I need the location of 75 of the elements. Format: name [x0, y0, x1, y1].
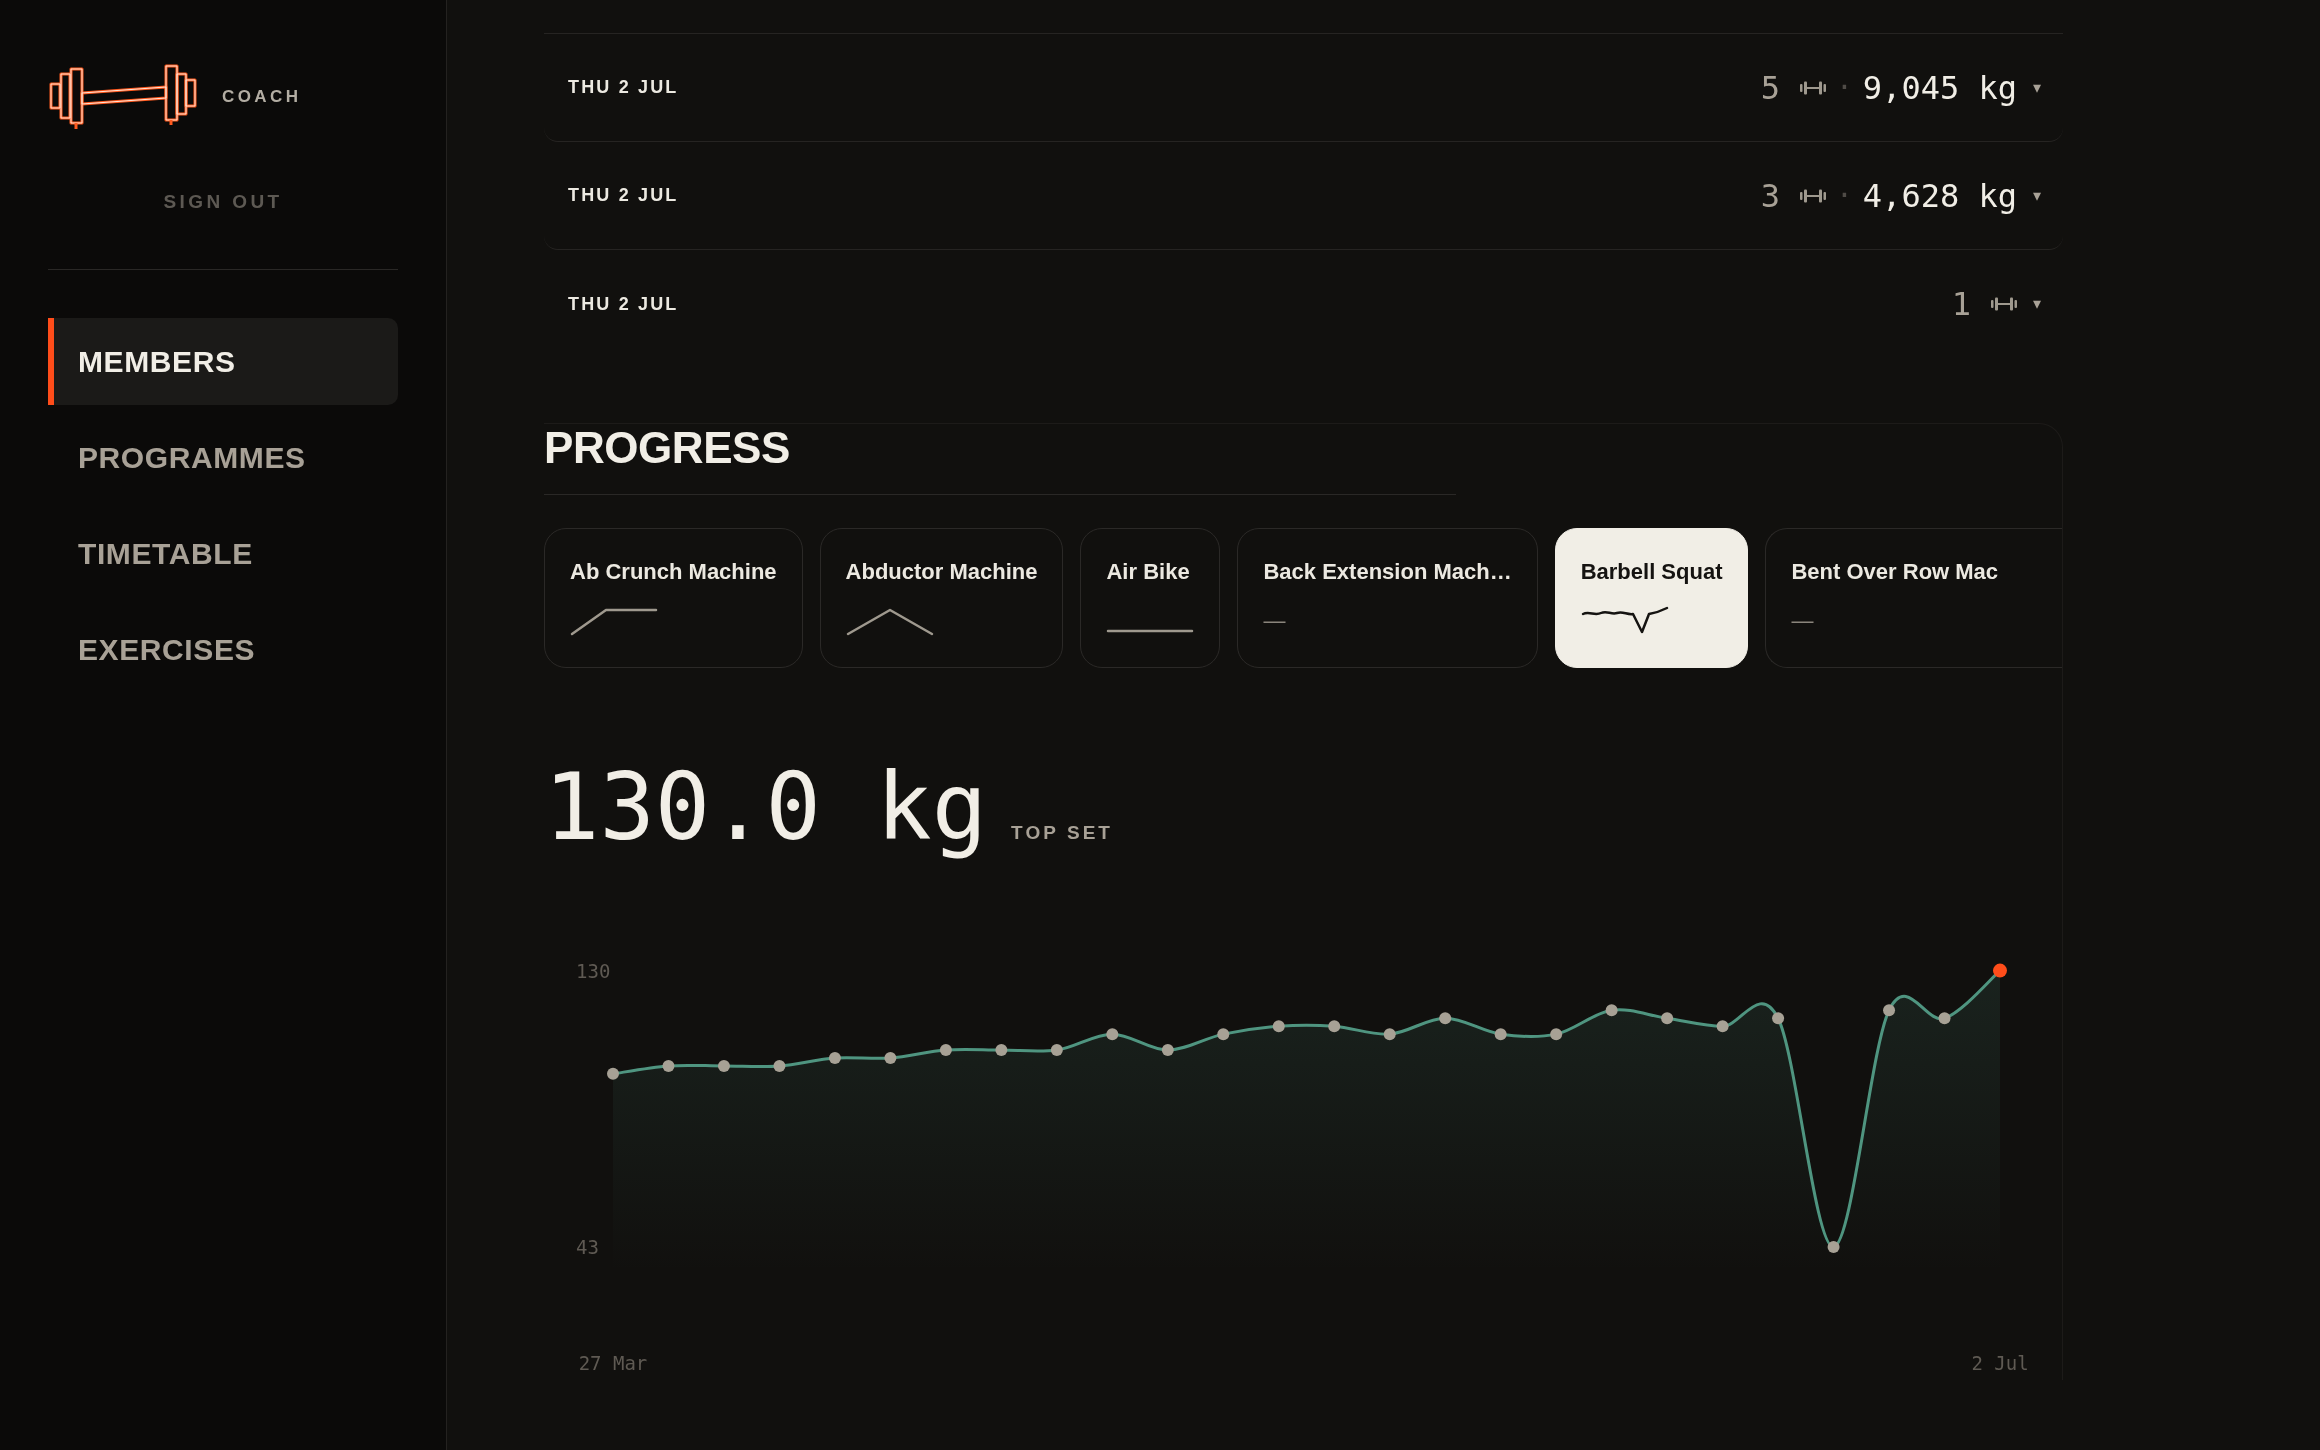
data-point	[1106, 1028, 1119, 1041]
x-axis-label: 27 Mar	[578, 1352, 648, 1374]
sparkline-icon	[1580, 605, 1669, 635]
data-point	[1716, 1020, 1729, 1033]
session-date: THU 2 JUL	[568, 76, 679, 99]
data-point	[1550, 1028, 1563, 1041]
x-axis-label: 2 Jul	[1971, 1352, 2029, 1374]
dumbbell-icon	[1800, 188, 1826, 203]
exercise-name: Bent Over Row Mac	[1791, 558, 1999, 586]
latest-data-point	[1993, 963, 2007, 978]
data-point	[717, 1059, 730, 1072]
data-point	[1605, 1004, 1618, 1017]
data-point	[1328, 1020, 1341, 1033]
data-point	[1050, 1044, 1063, 1057]
sparkline-icon	[570, 608, 658, 636]
data-point	[828, 1051, 841, 1064]
nav-item[interactable]: MEMBERS	[48, 318, 398, 405]
session-volume: 4,628 kg	[1862, 175, 2017, 216]
exercise-name: Ab Crunch Machine	[570, 558, 777, 586]
y-axis-label: 43	[576, 1236, 599, 1258]
session-date: THU 2 JUL	[568, 184, 679, 207]
data-point	[995, 1044, 1008, 1057]
exercise-name: Abductor Machine	[845, 558, 1038, 586]
data-point	[1161, 1044, 1174, 1057]
separator-dot: ·	[1836, 69, 1853, 106]
exercise-card[interactable]: Abductor Machine	[819, 528, 1064, 668]
nav-item[interactable]: EXERCISES	[48, 606, 398, 693]
exercise-card[interactable]: Ab Crunch Machine	[544, 528, 803, 668]
exercise-card[interactable]: Air Bike	[1080, 528, 1221, 668]
sparkline-icon	[845, 608, 934, 636]
data-point	[1661, 1012, 1674, 1025]
exercise-card[interactable]: Barbell Squat	[1554, 528, 1749, 668]
nav-item[interactable]: TIMETABLE	[48, 510, 398, 597]
data-point	[773, 1059, 786, 1072]
sparkline-icon	[1106, 629, 1195, 633]
session-date: THU 2 JUL	[568, 292, 679, 316]
session-row[interactable]: THU 2 JUL 1 ▾	[544, 250, 2063, 358]
exercise-name: Air Bike	[1106, 558, 1190, 586]
caret-icon[interactable]: ▾	[2032, 185, 2041, 206]
exercise-count: 5	[1760, 67, 1780, 108]
separator-dot: ·	[1836, 177, 1853, 214]
section-title: PROGRESS	[544, 424, 790, 472]
data-point	[884, 1051, 897, 1064]
exercise-card[interactable]: Back Extension Mach… —	[1237, 528, 1538, 668]
data-point	[607, 1067, 619, 1080]
dumbbell-icon	[1990, 297, 2017, 311]
exercise-name: Back Extension Mach…	[1263, 558, 1512, 586]
no-data-mark: —	[1263, 607, 1286, 635]
y-axis-label: 130	[576, 959, 611, 982]
caret-icon[interactable]: ▾	[2032, 77, 2041, 98]
top-set-label: TOP SET	[1011, 821, 1113, 845]
data-point	[1494, 1028, 1507, 1041]
session-row[interactable]: THU 2 JUL 5 · 9,045 kg ▾	[544, 34, 2063, 142]
dumbbell-icon	[1800, 80, 1826, 95]
data-point	[1217, 1028, 1230, 1041]
data-point	[1827, 1241, 1840, 1253]
exercise-count: 1	[1951, 284, 1971, 324]
data-point	[1938, 1012, 1951, 1025]
exercise-name: Barbell Squat	[1580, 558, 1723, 586]
exercise-card[interactable]: Bent Over Row Mac —	[1765, 528, 2062, 668]
nav-item[interactable]: PROGRAMMES	[48, 414, 398, 501]
data-point	[1883, 1004, 1896, 1017]
session-row[interactable]: THU 2 JUL 3 · 4,628 kg ▾	[544, 142, 2063, 250]
data-point	[1383, 1028, 1396, 1041]
brand-label: COACH	[222, 86, 302, 109]
data-point	[662, 1059, 675, 1072]
exercise-count: 3	[1760, 175, 1780, 216]
data-point	[1772, 1012, 1785, 1025]
data-point	[939, 1044, 952, 1057]
caret-icon[interactable]: ▾	[2032, 294, 2041, 314]
no-data-mark: —	[1791, 607, 1814, 635]
data-point	[1272, 1020, 1285, 1033]
data-point	[1439, 1012, 1452, 1025]
top-set-value: 130.0 kg	[544, 753, 988, 863]
session-volume: 9,045 kg	[1862, 67, 2017, 108]
